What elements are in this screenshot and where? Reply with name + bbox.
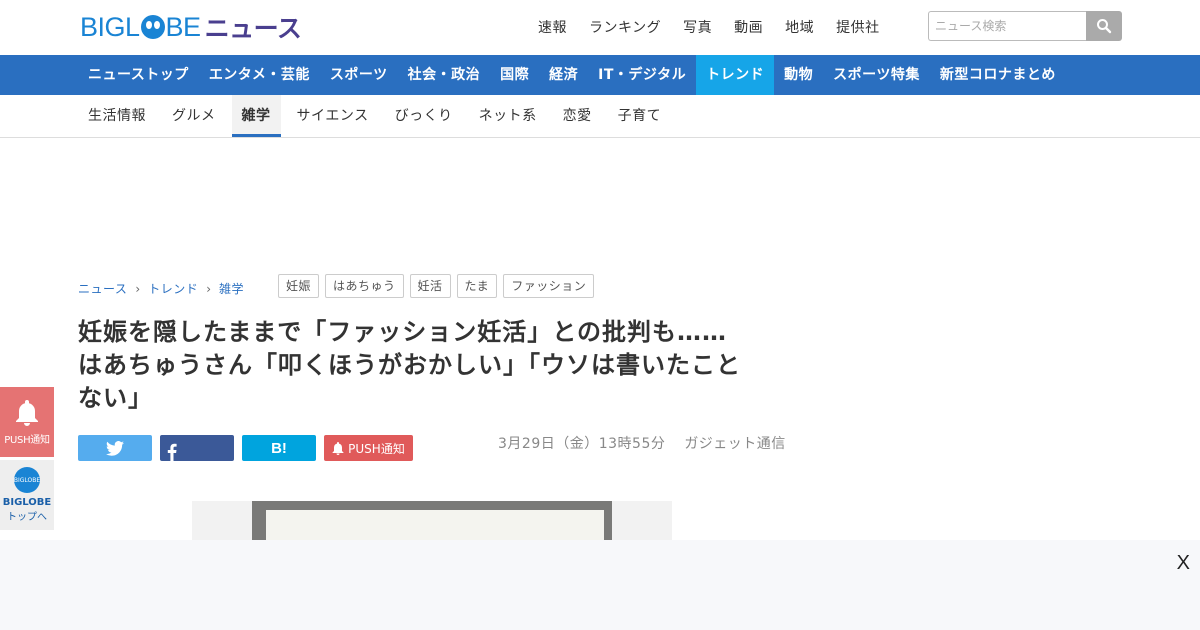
biglobe-top-sublabel: トップへ (7, 512, 47, 523)
ad-close-button[interactable]: X (1177, 552, 1190, 575)
category-tab[interactable]: IT・デジタル (588, 55, 696, 95)
sub-category-tab[interactable]: グルメ (162, 95, 226, 137)
side-push-notification-button[interactable]: PUSH通知 (0, 387, 54, 457)
article-title-line: はあちゅうさん「叩くほうがおかしい」「ウソは書いたこと (78, 351, 741, 379)
breadcrumb-trend[interactable]: トレンド (148, 280, 198, 297)
category-tab[interactable]: トレンド (696, 55, 775, 95)
sub-category-tab[interactable]: 生活情報 (78, 95, 156, 137)
category-tab[interactable]: 国際 (490, 55, 539, 95)
biglobe-top-button[interactable]: BIGLOBE BIGLOBE トップへ (0, 460, 54, 530)
top-nav-link-ranking[interactable]: ランキング (589, 17, 661, 37)
site-header: BIGL BE ニュース 速報 ランキング 写真 動画 地域 提供社 (0, 0, 1200, 55)
top-nav-link-provider[interactable]: 提供社 (836, 17, 880, 37)
sub-category-tab[interactable]: ネット系 (469, 95, 547, 137)
sub-category-tab[interactable]: 子育て (608, 95, 672, 137)
biglobe-top-label: BIGLOBE (2, 497, 52, 508)
logo-text-suffix: BE (165, 11, 202, 42)
search-icon (1097, 19, 1112, 34)
sub-category-tab[interactable]: 雑学 (231, 95, 281, 137)
biglobe-news-logo[interactable]: BIGL BE ニュース (80, 11, 302, 44)
sub-category-tab[interactable]: サイエンス (287, 95, 379, 137)
hatena-bookmark-icon: B! (271, 439, 287, 457)
bell-icon (16, 399, 38, 426)
category-tab[interactable]: 動物 (774, 55, 823, 95)
sub-category-nav: 生活情報 グルメ 雑学 サイエンス びっくり ネット系 恋愛 子育て (0, 95, 1200, 138)
article-tag[interactable]: 妊娠 (278, 274, 320, 298)
search-box (928, 11, 1122, 41)
push-notification-label: PUSH通知 (348, 441, 405, 456)
article-image (192, 501, 672, 541)
article-meta: 3月29日（金）13時55分 ガジェット通信 (498, 433, 786, 453)
chevron-right-icon: › (206, 281, 212, 296)
twitter-share-button[interactable] (78, 435, 152, 461)
category-tab[interactable]: スポーツ (320, 55, 398, 95)
article-tag[interactable]: たま (456, 274, 498, 298)
category-tab[interactable]: 新型コロナまとめ (930, 55, 1066, 95)
article-date: 3月29日（金）13時55分 (498, 436, 666, 452)
category-tab[interactable]: スポーツ特集 (823, 55, 930, 95)
category-tab[interactable]: ニューストップ (78, 55, 199, 95)
article-photo-paper (266, 510, 604, 541)
article-tag[interactable]: はあちゅう (325, 274, 404, 298)
article-tag[interactable]: 妊活 (409, 274, 451, 298)
breadcrumb-trivia[interactable]: 雑学 (219, 280, 244, 297)
search-input[interactable] (928, 11, 1086, 41)
article-tag[interactable]: ファッション (503, 274, 595, 298)
chevron-right-icon: › (135, 281, 141, 296)
category-bar: ニューストップ エンタメ・芸能 スポーツ 社会・政治 国際 経済 IT・デジタル トレンド 動物… (0, 55, 1200, 95)
logo-eyes-icon (140, 15, 165, 39)
article-title-line: 妊娠を隠したままで「ファッション妊活」との批判も…… (78, 318, 728, 346)
facebook-icon (167, 443, 177, 461)
category-tab[interactable]: 経済 (539, 55, 588, 95)
share-buttons: B! PUSH通知 (78, 435, 413, 461)
breadcrumb: ニュース › トレンド › 雑学 (78, 280, 244, 297)
tag-list: 妊娠 はあちゅう 妊活 たま ファッション (278, 274, 595, 298)
twitter-icon (106, 440, 124, 456)
side-push-label: PUSH通知 (4, 434, 50, 446)
breadcrumb-news[interactable]: ニュース (78, 280, 127, 297)
top-nav-link-photo[interactable]: 写真 (683, 17, 712, 37)
top-nav-link-breaking[interactable]: 速報 (538, 17, 567, 37)
article-title-line: ない」 (78, 384, 153, 412)
push-notification-button[interactable]: PUSH通知 (324, 435, 413, 461)
logo-news-text: ニュース (204, 14, 302, 43)
article-source[interactable]: ガジェット通信 (684, 436, 786, 452)
category-tab[interactable]: 社会・政治 (398, 55, 491, 95)
article-title: 妊娠を隠したままで「ファッション妊活」との批判も…… はあちゅうさん「叩くほうが… (78, 316, 798, 415)
top-nav: 速報 ランキング 写真 動画 地域 提供社 (538, 17, 902, 37)
sub-category-tab[interactable]: びっくり (385, 95, 463, 137)
logo-text-prefix: BIGL (80, 11, 140, 42)
sub-category-tab[interactable]: 恋愛 (553, 95, 602, 137)
hatena-bookmark-button[interactable]: B! (242, 435, 316, 461)
category-tab[interactable]: エンタメ・芸能 (199, 55, 320, 95)
biglobe-logo-icon: BIGLOBE (14, 467, 40, 493)
search-button[interactable] (1086, 11, 1122, 41)
facebook-share-button[interactable] (160, 435, 234, 461)
bottom-ad-overlay: X (0, 540, 1200, 630)
bell-icon (332, 441, 344, 455)
top-nav-link-region[interactable]: 地域 (785, 17, 814, 37)
top-nav-link-video[interactable]: 動画 (734, 17, 763, 37)
